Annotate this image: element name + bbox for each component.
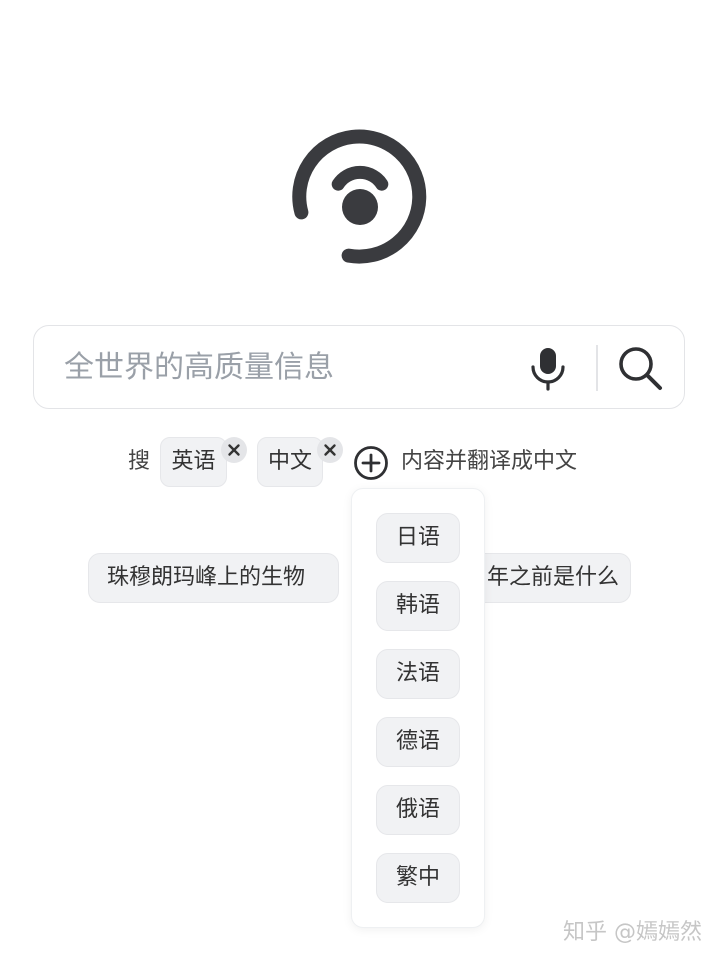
magnifier-icon: [619, 347, 662, 390]
language-option-label: 韩语: [395, 593, 440, 618]
language-dropdown: 日语 韩语 法语 德语 俄语 繁中: [351, 488, 485, 928]
search-bar: [33, 325, 685, 409]
add-language-button[interactable]: [353, 445, 389, 481]
signal-logo-icon: [292, 129, 427, 264]
language-option-russian[interactable]: 俄语: [376, 785, 460, 835]
remove-source-language-button[interactable]: [221, 437, 247, 463]
language-option-french[interactable]: 法语: [376, 649, 460, 699]
suggestion-chip-label: 珠穆朗玛峰上的生物: [107, 565, 306, 590]
suggestion-chip[interactable]: 珠穆朗玛峰上的生物: [88, 553, 339, 603]
voice-search-button[interactable]: [528, 344, 568, 392]
microphone-icon: [531, 348, 565, 391]
language-option-label: 德语: [395, 729, 440, 754]
language-option-traditional-chinese[interactable]: 繁中: [376, 853, 460, 903]
language-option-german[interactable]: 德语: [376, 717, 460, 767]
close-icon: [324, 444, 336, 456]
search-input[interactable]: [64, 344, 504, 390]
language-option-label: 法语: [395, 661, 440, 686]
language-chip-source[interactable]: 英语: [160, 437, 227, 487]
suggestion-chip-label: 年之前是什么: [487, 565, 620, 590]
language-chip-label: 中文: [267, 449, 312, 474]
app-logo: [292, 128, 428, 264]
close-icon: [228, 444, 240, 456]
watermark: 知乎 @嫣嫣然: [563, 920, 702, 945]
remove-target-language-button[interactable]: [317, 437, 343, 463]
language-row-prefix: 搜: [128, 449, 151, 474]
language-option-label: 繁中: [395, 865, 440, 890]
search-button[interactable]: [616, 344, 664, 392]
search-bar-divider: [596, 345, 598, 391]
language-row-suffix: 内容并翻译成中文: [401, 449, 578, 474]
language-option-korean[interactable]: 韩语: [376, 581, 460, 631]
language-option-japanese[interactable]: 日语: [376, 513, 460, 563]
language-option-label: 俄语: [395, 797, 440, 822]
language-chip-target[interactable]: 中文: [257, 437, 323, 487]
language-chip-label: 英语: [171, 449, 216, 474]
language-option-label: 日语: [395, 525, 440, 550]
suggestion-chip[interactable]: 年之前是什么: [462, 553, 631, 603]
plus-circle-icon: [354, 446, 388, 480]
